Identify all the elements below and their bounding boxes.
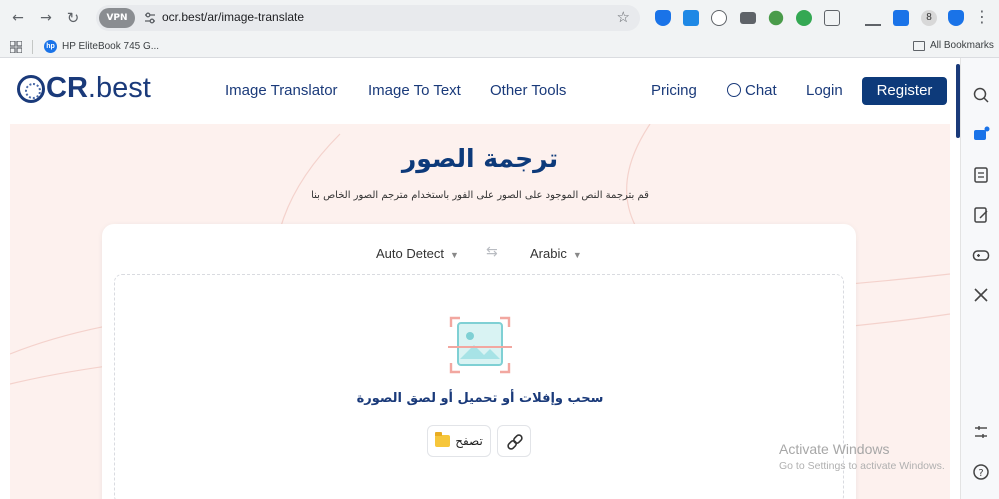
browse-button-label: تصفح xyxy=(455,434,483,448)
bookmarks-bar: hp HP EliteBook 745 G... All Bookmarks xyxy=(0,36,999,58)
shield-extension-icon[interactable] xyxy=(655,10,671,26)
windows-activation-hint: Go to Settings to activate Windows. xyxy=(779,460,945,472)
target-language-value: Arabic xyxy=(530,246,567,261)
source-language-select[interactable]: Auto Detect ▼ xyxy=(370,241,465,267)
security-shield-icon[interactable] xyxy=(948,10,964,26)
nav-chat[interactable]: Chat xyxy=(727,82,777,99)
puzzle-extensions-icon[interactable] xyxy=(824,10,840,26)
nav-other-tools[interactable]: Other Tools xyxy=(490,82,566,99)
video-extension-icon[interactable] xyxy=(740,12,756,24)
sidebar-toggle-icon[interactable] xyxy=(893,10,909,26)
windows-activation-title: Activate Windows xyxy=(779,441,890,457)
download-icon[interactable] xyxy=(865,10,881,26)
nav-pricing[interactable]: Pricing xyxy=(651,82,697,99)
link-icon xyxy=(507,434,523,450)
green-extension-icon[interactable] xyxy=(796,10,812,26)
image-upload-icon xyxy=(448,316,512,374)
register-button[interactable]: Register xyxy=(862,77,947,105)
site-logo[interactable]: CR .best xyxy=(17,72,151,105)
dropzone-instructions: سحب وإفلات أو تحميل أو لصق الصورة xyxy=(356,391,604,406)
logo-text-main: CR xyxy=(46,72,88,104)
gamepad-icon[interactable] xyxy=(972,246,990,264)
back-arrow-icon[interactable]: ← xyxy=(8,8,28,28)
leaf-extension-icon[interactable] xyxy=(768,10,784,26)
forward-arrow-icon[interactable]: → xyxy=(36,8,56,28)
translator-card: Auto Detect ▼ ⇆ Arabic ▼ سحب وإفلات أو تحم… xyxy=(102,224,856,499)
web-page: CR .best Image Translator Image To Text … xyxy=(0,58,960,499)
browser-toolbar: ← → ↻ VPN ocr.best/ar/image-translate ☆ … xyxy=(0,0,999,36)
page-title: ترجمة الصور xyxy=(401,144,559,173)
tools-icon[interactable] xyxy=(972,286,990,304)
bookmark-item[interactable]: hp HP EliteBook 745 G... xyxy=(44,40,159,53)
logo-fingerprint-icon xyxy=(17,74,45,103)
notes-edit-icon[interactable] xyxy=(972,206,990,224)
chevron-down-icon: ▼ xyxy=(449,250,459,260)
all-bookmarks-button[interactable]: All Bookmarks xyxy=(913,40,994,51)
search-icon[interactable] xyxy=(972,86,990,104)
chat-bubble-icon xyxy=(727,83,741,97)
page-subtitle: قم بترجمة النص الموجود على الصور على الف… xyxy=(311,190,649,201)
swap-languages-icon[interactable]: ⇆ xyxy=(486,244,498,260)
chat-assistant-icon[interactable] xyxy=(972,126,990,144)
site-settings-icon[interactable] xyxy=(142,10,158,26)
help-icon[interactable]: ? xyxy=(972,463,990,481)
reload-icon[interactable]: ↻ xyxy=(63,8,83,28)
profile-avatar[interactable]: 8 xyxy=(921,10,937,26)
paste-url-button[interactable] xyxy=(497,425,531,457)
image-dropzone[interactable]: سحب وإفلات أو تحميل أو لصق الصورة تصفح xyxy=(114,274,844,499)
reading-list-icon[interactable] xyxy=(972,166,990,184)
translate-extension-icon[interactable] xyxy=(711,10,727,26)
vpn-badge[interactable]: VPN xyxy=(99,8,135,28)
all-bookmarks-label: All Bookmarks xyxy=(930,40,994,51)
folder-icon xyxy=(913,40,925,51)
target-language-select[interactable]: Arabic ▼ xyxy=(524,241,588,267)
nav-image-to-text[interactable]: Image To Text xyxy=(368,82,461,99)
nav-login[interactable]: Login xyxy=(806,82,843,99)
url-text[interactable]: ocr.best/ar/image-translate xyxy=(162,10,304,24)
svg-text:?: ? xyxy=(978,468,983,479)
bookmark-label: HP EliteBook 745 G... xyxy=(62,41,160,52)
address-bar[interactable]: VPN ocr.best/ar/image-translate ☆ xyxy=(96,5,640,31)
nav-image-translator[interactable]: Image Translator xyxy=(225,82,338,99)
apps-grid-icon[interactable] xyxy=(10,41,22,53)
mail-extension-icon[interactable] xyxy=(683,10,699,26)
folder-icon xyxy=(435,432,451,447)
customize-sliders-icon[interactable] xyxy=(972,423,990,441)
logo-text-suffix: .best xyxy=(87,72,151,104)
bookmark-separator xyxy=(32,40,33,54)
hp-logo-icon: hp xyxy=(44,40,57,53)
bookmark-star-icon[interactable]: ☆ xyxy=(617,8,630,26)
browser-side-panel: ? xyxy=(960,58,999,499)
browse-button[interactable]: تصفح xyxy=(427,425,491,457)
menu-kebab-icon[interactable]: ⋮ xyxy=(972,8,992,28)
nav-chat-label: Chat xyxy=(745,82,777,99)
site-header: CR .best Image Translator Image To Text … xyxy=(0,58,960,120)
chevron-down-icon: ▼ xyxy=(572,250,582,260)
source-language-value: Auto Detect xyxy=(376,246,444,261)
